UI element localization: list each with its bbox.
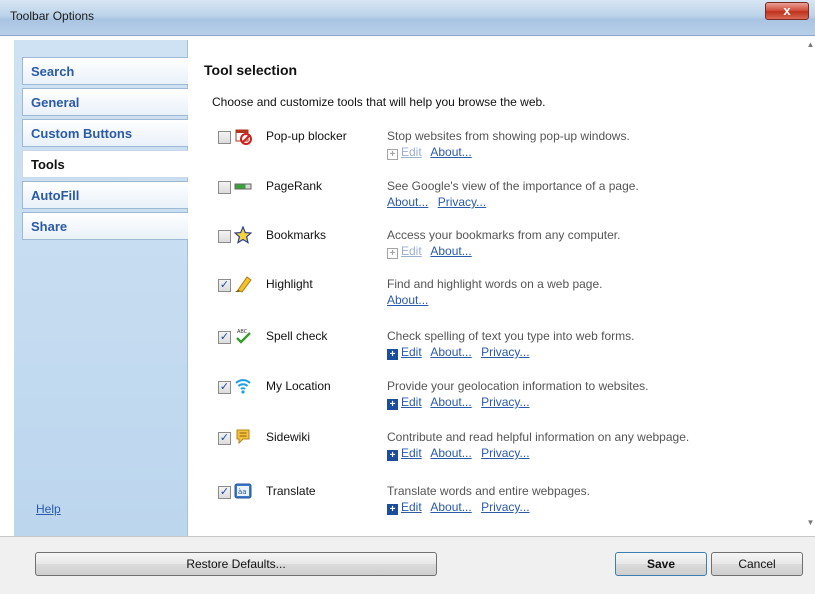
privacy-link[interactable]: Privacy... xyxy=(481,500,529,514)
expand-icon[interactable]: + xyxy=(387,504,398,515)
expand-icon: + xyxy=(387,248,398,259)
tool-description: Stop websites from showing pop-up window… xyxy=(387,129,630,143)
edit-link[interactable]: Edit xyxy=(401,500,422,514)
tool-name: Highlight xyxy=(266,277,313,291)
location-wifi-icon xyxy=(235,379,251,394)
tool-name: Sidewiki xyxy=(266,430,311,444)
tool-description: Find and highlight words on a web page. xyxy=(387,277,603,291)
tool-checkbox-my-location[interactable]: ✓ xyxy=(218,381,231,394)
tool-description: Provide your geolocation information to … xyxy=(387,379,649,393)
popup-blocker-icon xyxy=(235,129,252,145)
tool-name: My Location xyxy=(266,379,331,393)
tool-checkbox-highlight[interactable]: ✓ xyxy=(218,279,231,292)
tool-checkbox-pagerank[interactable] xyxy=(218,181,231,194)
expand-icon[interactable]: + xyxy=(387,399,398,410)
tool-checkbox-bookmarks[interactable] xyxy=(218,230,231,243)
sidebar-item-general[interactable]: General xyxy=(22,88,188,116)
save-button[interactable]: Save xyxy=(615,552,707,576)
svg-text:ABC: ABC xyxy=(237,329,248,335)
tool-description: Translate words and entire webpages. xyxy=(387,484,591,498)
privacy-link[interactable]: Privacy... xyxy=(481,395,529,409)
tool-row-highlight: ✓ Highlight Find and highlight words on … xyxy=(214,274,804,322)
tool-links: About... Privacy... xyxy=(387,195,492,209)
speech-bubble-icon xyxy=(236,429,250,445)
tool-links: + Edit About... Privacy... xyxy=(387,446,536,461)
tool-row-bookmarks: Bookmarks Access your bookmarks from any… xyxy=(214,225,804,273)
tool-description: Access your bookmarks from any computer. xyxy=(387,228,621,242)
sidebar-item-autofill[interactable]: AutoFill xyxy=(22,181,188,209)
page-subtitle: Choose and customize tools that will hel… xyxy=(212,95,546,109)
edit-link: Edit xyxy=(401,145,422,159)
tool-checkbox-translate[interactable]: ✓ xyxy=(218,486,231,499)
spell-check-icon: ABC xyxy=(236,329,251,344)
tool-links: + Edit About... xyxy=(387,244,478,259)
privacy-link[interactable]: Privacy... xyxy=(481,446,529,460)
edit-link[interactable]: Edit xyxy=(401,345,422,359)
tool-description: See Google's view of the importance of a… xyxy=(387,179,639,193)
edit-link: Edit xyxy=(401,244,422,258)
close-button[interactable]: x xyxy=(765,2,809,20)
about-link[interactable]: About... xyxy=(430,345,471,359)
svg-text:àa: àa xyxy=(238,488,247,496)
sidebar-item-share[interactable]: Share xyxy=(22,212,188,240)
scroll-down-icon[interactable]: ▼ xyxy=(806,518,815,532)
about-link[interactable]: About... xyxy=(430,446,471,460)
tool-name: Bookmarks xyxy=(266,228,327,242)
highlighter-icon xyxy=(235,276,252,293)
tool-links: + Edit About... Privacy... xyxy=(387,500,536,515)
about-link[interactable]: About... xyxy=(387,195,428,209)
about-link[interactable]: About... xyxy=(430,244,471,258)
page-title: Tool selection xyxy=(204,62,298,78)
tool-checkbox-popup-blocker[interactable] xyxy=(218,131,231,144)
scroll-up-icon[interactable]: ▲ xyxy=(806,40,815,54)
tool-name: Pop-up blocker xyxy=(266,129,347,143)
expand-icon[interactable]: + xyxy=(387,349,398,360)
sidebar-item-search[interactable]: Search xyxy=(22,57,188,85)
window-title: Toolbar Options xyxy=(10,9,95,23)
expand-icon[interactable]: + xyxy=(387,450,398,461)
cancel-button[interactable]: Cancel xyxy=(711,552,803,576)
expand-icon: + xyxy=(387,149,398,160)
tool-links: + Edit About... Privacy... xyxy=(387,395,536,410)
tool-row-spell-check: ✓ ABC Spell check Check spelling of text… xyxy=(214,326,804,374)
title-bar: Toolbar Options x xyxy=(0,0,815,36)
tool-row-sidewiki: ✓ Sidewiki Contribute and read helpful i… xyxy=(214,427,804,475)
tool-name: Translate xyxy=(266,484,316,498)
tool-checkbox-sidewiki[interactable]: ✓ xyxy=(218,432,231,445)
privacy-link[interactable]: Privacy... xyxy=(481,345,529,359)
tool-name: PageRank xyxy=(266,179,323,193)
tool-links: + Edit About... Privacy... xyxy=(387,345,536,360)
tool-checkbox-spell-check[interactable]: ✓ xyxy=(218,331,231,344)
about-link[interactable]: About... xyxy=(430,395,471,409)
tool-links: About... xyxy=(387,293,434,307)
help-link[interactable]: Help xyxy=(36,502,61,516)
edit-link[interactable]: Edit xyxy=(401,395,422,409)
tool-row-pagerank: PageRank See Google's view of the import… xyxy=(214,176,804,224)
tool-links: + Edit About... xyxy=(387,145,478,160)
tool-row-popup-blocker: Pop-up blocker Stop websites from showin… xyxy=(214,126,804,174)
tool-description: Check spelling of text you type into web… xyxy=(387,329,635,343)
tool-name: Spell check xyxy=(266,329,328,343)
star-icon xyxy=(234,226,252,244)
tool-row-my-location: ✓ My Location Provide your geolocation i… xyxy=(214,376,804,424)
tool-description: Contribute and read helpful information … xyxy=(387,430,690,444)
about-link[interactable]: About... xyxy=(430,500,471,514)
close-icon: x xyxy=(783,3,791,18)
privacy-link[interactable]: Privacy... xyxy=(438,195,486,209)
translate-icon: àa xyxy=(234,483,252,499)
tool-row-translate: ✓ àa Translate Translate words and entir… xyxy=(214,481,804,529)
sidebar-item-tools[interactable]: Tools xyxy=(22,150,188,178)
pagerank-icon xyxy=(234,183,252,190)
sidebar-item-custom-buttons[interactable]: Custom Buttons xyxy=(22,119,188,147)
edit-link[interactable]: Edit xyxy=(401,446,422,460)
restore-defaults-button[interactable]: Restore Defaults... xyxy=(35,552,437,576)
about-link[interactable]: About... xyxy=(430,145,471,159)
about-link[interactable]: About... xyxy=(387,293,428,307)
